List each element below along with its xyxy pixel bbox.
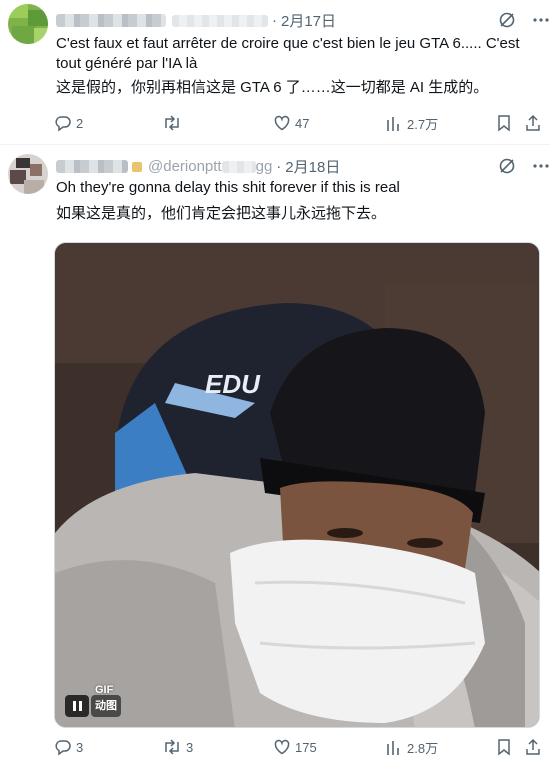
like-button[interactable]: 175 — [273, 738, 317, 756]
author-name[interactable] — [56, 14, 166, 27]
reply-button[interactable]: 2 — [54, 114, 83, 132]
separator-dot: · — [276, 158, 282, 175]
gif-frame: EDU — [55, 243, 539, 727]
tweet-2[interactable]: @derionptt gg · 2月18日 Oh they're gonna d… — [0, 146, 550, 762]
share-button[interactable] — [524, 114, 542, 132]
gif-sub-label: 动图 — [91, 695, 121, 717]
tweet-text: Oh they're gonna delay this shit forever… — [56, 179, 400, 196]
views-button[interactable]: 2.7万 — [385, 114, 438, 133]
avatar[interactable] — [8, 154, 48, 194]
author-handle-blur — [221, 160, 256, 173]
translate-icon[interactable] — [497, 10, 517, 30]
view-count: 2.7万 — [407, 117, 439, 132]
tweet-header: @derionptt gg · 2月18日 — [56, 156, 340, 177]
action-bar: 2 47 2.7万 — [54, 114, 544, 134]
bookmark-icon — [498, 739, 510, 756]
share-icon — [526, 738, 540, 755]
avatar[interactable] — [8, 4, 48, 44]
retweet-count: 3 — [186, 739, 194, 755]
retweet-button[interactable] — [162, 114, 186, 132]
tweet-translation: 如果这是真的，他们肯定会把这事儿永远拖下去。 — [56, 205, 387, 222]
like-button[interactable]: 47 — [273, 114, 309, 132]
like-count: 175 — [295, 739, 317, 755]
translate-icon[interactable] — [497, 156, 517, 176]
author-handle[interactable]: @derionptt — [148, 158, 222, 175]
header-icons — [497, 10, 550, 30]
reply-icon — [55, 116, 71, 132]
views-icon — [387, 740, 399, 755]
tweet-text: C'est faux et faut arrêter de croire que… — [56, 35, 520, 72]
pause-button[interactable] — [65, 695, 89, 717]
like-icon — [274, 739, 290, 755]
separator-dot: · — [272, 12, 277, 29]
tweet-1[interactable]: · 2月17日 C'est faux et faut arrêter de cr… — [0, 0, 550, 145]
author-handle[interactable] — [172, 14, 268, 27]
chair-logo: EDU — [205, 369, 261, 399]
more-icon[interactable] — [531, 156, 550, 176]
view-count: 2.8万 — [407, 741, 439, 756]
views-button[interactable]: 2.8万 — [385, 738, 438, 757]
tweet-gif[interactable]: EDU GIF 动图 — [54, 242, 540, 728]
like-icon — [274, 115, 290, 131]
header-icons — [497, 156, 550, 176]
reply-count: 3 — [76, 739, 84, 755]
tweet-date[interactable]: 2月18日 — [285, 156, 340, 177]
reply-count: 2 — [76, 115, 84, 131]
author-handle-tail: gg — [255, 158, 273, 175]
pause-icon — [72, 701, 76, 711]
verified-badge — [132, 161, 142, 172]
tweet-date[interactable]: 2月17日 — [281, 10, 336, 31]
bookmark-button[interactable] — [495, 738, 513, 756]
bookmark-button[interactable] — [495, 114, 513, 132]
share-button[interactable] — [524, 738, 542, 756]
like-count: 47 — [295, 115, 310, 131]
tweet-translation: 这是假的，你别再相信这是 GTA 6 了……这一切都是 AI 生成的。 — [56, 79, 489, 96]
reply-icon — [55, 740, 71, 756]
more-icon[interactable] — [531, 10, 550, 30]
action-bar: 3 3 175 2.8万 — [54, 738, 544, 758]
retweet-icon — [165, 739, 179, 755]
share-icon — [526, 114, 540, 131]
bookmark-icon — [498, 115, 510, 132]
views-icon — [387, 116, 399, 131]
reply-button[interactable]: 3 — [54, 738, 83, 756]
pause-icon-bar — [78, 701, 82, 711]
tweet-header: · 2月17日 — [56, 10, 336, 31]
retweet-button[interactable]: 3 — [162, 738, 193, 756]
author-name[interactable] — [56, 160, 128, 173]
retweet-icon — [165, 115, 179, 131]
